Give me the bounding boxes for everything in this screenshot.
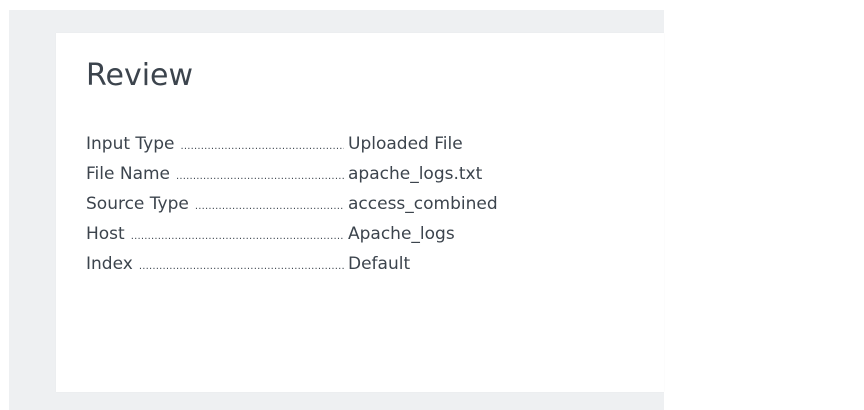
review-details-list: Input Type .............................…	[86, 129, 498, 279]
review-panel: Review Input Type ......................…	[56, 33, 664, 392]
dot-leader: ........................................…	[176, 171, 344, 182]
review-title: Review	[86, 58, 194, 93]
review-value: Uploaded File	[348, 134, 463, 154]
dot-leader: ........................................…	[180, 141, 344, 152]
review-value: Default	[348, 254, 411, 274]
review-label: Index	[86, 254, 133, 274]
review-value: Apache_logs	[348, 224, 455, 244]
review-row-source-type: Source Type ............................…	[86, 189, 498, 219]
review-label: Source Type	[86, 194, 189, 214]
review-label: Host	[86, 224, 125, 244]
dot-leader: ........................................…	[138, 261, 344, 272]
review-row-file-name: File Name ..............................…	[86, 159, 498, 189]
review-value: apache_logs.txt	[348, 164, 483, 184]
review-row-index: Index ..................................…	[86, 249, 498, 279]
review-label: File Name	[86, 164, 171, 184]
review-label: Input Type	[86, 134, 175, 154]
review-row-host: Host ...................................…	[86, 219, 498, 249]
dot-leader: ........................................…	[130, 231, 344, 242]
review-value: access_combined	[348, 194, 498, 214]
review-row-input-type: Input Type .............................…	[86, 129, 498, 159]
dot-leader: ........................................…	[194, 201, 344, 212]
